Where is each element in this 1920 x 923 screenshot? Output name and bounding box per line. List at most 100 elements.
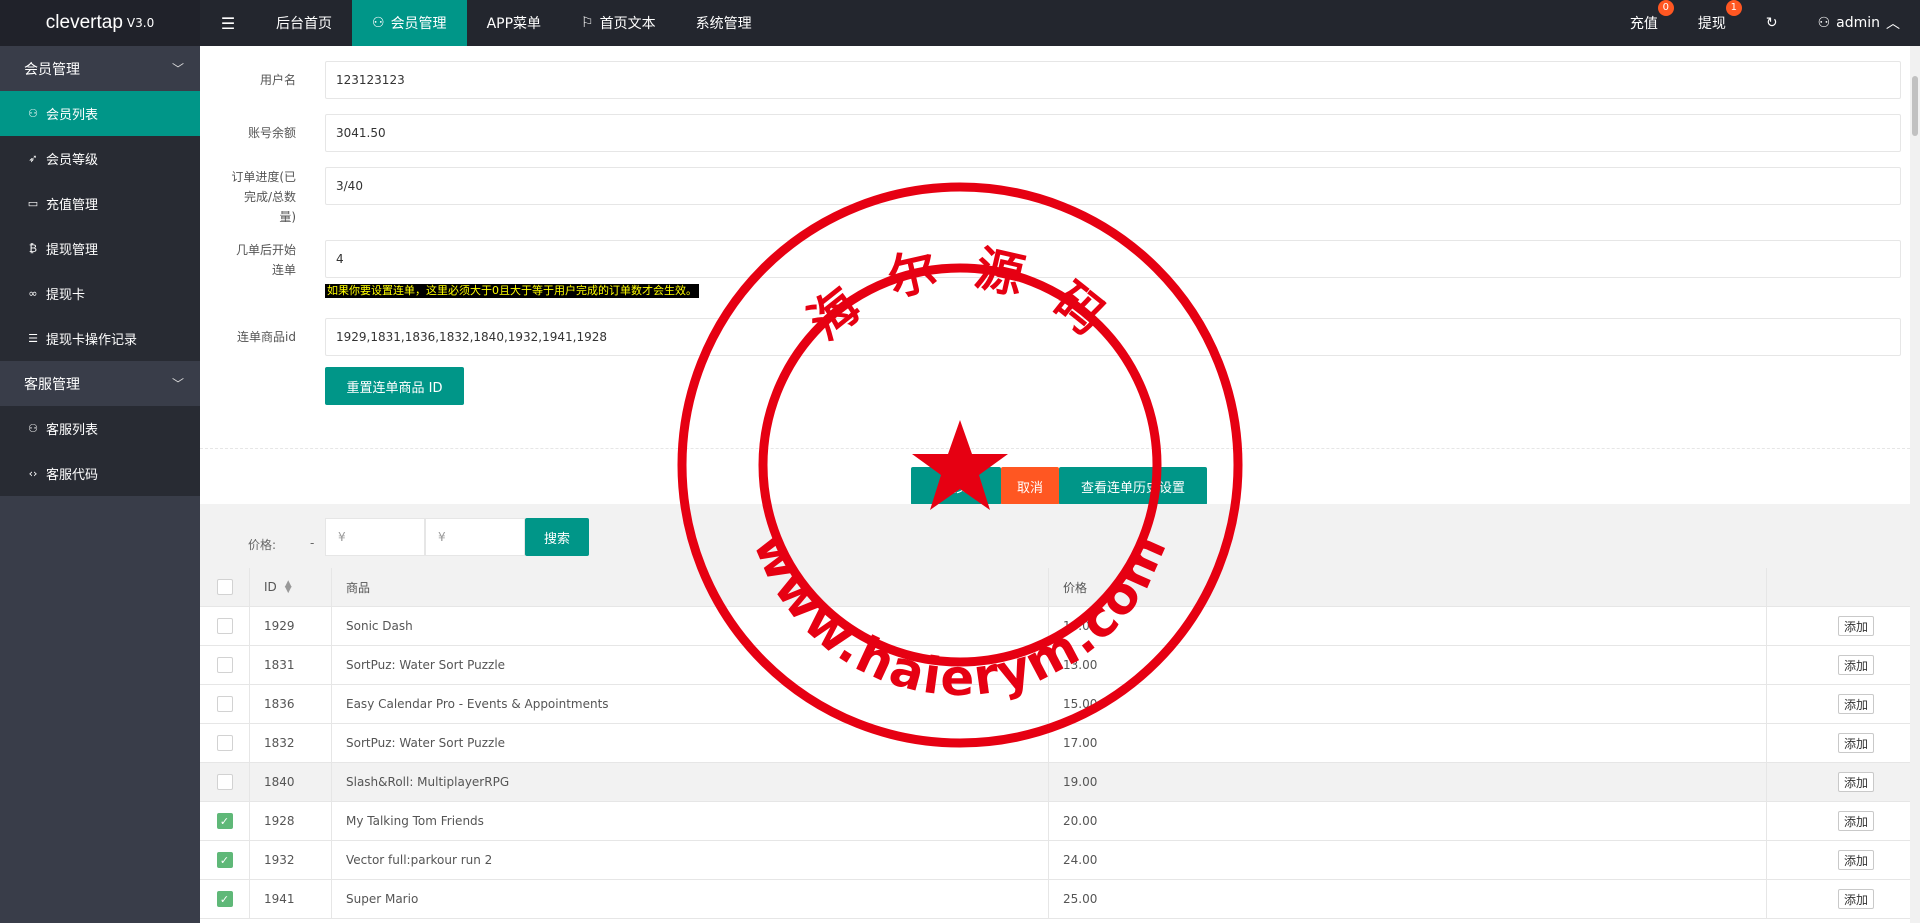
- sidebar-group-label: 客服管理: [24, 376, 80, 393]
- nav-members[interactable]: ⚇ 会员管理: [352, 0, 467, 46]
- row-price: 20.00: [1049, 802, 1767, 840]
- sidebar-item-member-list[interactable]: ⚇ 会员列表: [0, 91, 200, 136]
- code-icon: ‹›: [28, 467, 38, 480]
- add-button[interactable]: 添加: [1837, 655, 1874, 675]
- sidebar-group-label: 会员管理: [24, 61, 80, 78]
- cancel-button[interactable]: 取消: [1001, 467, 1059, 505]
- sidebar-item-card-log[interactable]: ☰ 提现卡操作记录: [0, 316, 200, 361]
- withdraw-link[interactable]: 提现 1: [1678, 0, 1746, 46]
- row-checkbox[interactable]: [216, 657, 233, 673]
- product-table: ID ▲ ▼ 商品 价格 1929 Sonic Dash 10.00 添加 1831…: [200, 568, 1910, 919]
- username-label: admin: [1836, 15, 1880, 31]
- app-logo[interactable]: clevertap V3.0: [0, 0, 200, 46]
- add-button[interactable]: 添加: [1837, 889, 1874, 909]
- chevron-down-icon: ﹀: [171, 377, 184, 391]
- add-button[interactable]: 添加: [1837, 733, 1874, 753]
- table-row[interactable]: 1836 Easy Calendar Pro - Events & Appoin…: [200, 685, 1910, 724]
- sidebar-item-label: 充值管理: [46, 198, 99, 213]
- nav-system[interactable]: 系统管理: [676, 0, 772, 46]
- row-price: 24.00: [1049, 841, 1767, 879]
- progress-input[interactable]: 3/40: [325, 167, 1901, 205]
- progress-label: 订单进度(已完成/总数量): [231, 170, 296, 224]
- table-row[interactable]: ✓ 1932 Vector full:parkour run 2 24.00 添…: [200, 841, 1910, 880]
- form-row-start-after: 几单后开始连单 4: [200, 240, 1910, 280]
- table-row[interactable]: ✓ 1941 Super Mario 25.00 添加: [200, 880, 1910, 919]
- column-price: 价格: [1049, 568, 1767, 606]
- form-divider: [200, 448, 1910, 449]
- nav-home-text[interactable]: ⚐ 首页文本: [561, 0, 676, 46]
- add-button[interactable]: 添加: [1837, 772, 1874, 792]
- nav-home[interactable]: 后台首页: [256, 0, 352, 46]
- row-checkbox-checked[interactable]: ✓: [216, 891, 233, 907]
- top-header: clevertap V3.0 ☰ 后台首页 ⚇ 会员管理 APP菜单 ⚐ 首页文本 系…: [0, 0, 1920, 46]
- nav-app-menu[interactable]: APP菜单: [467, 0, 561, 46]
- add-button[interactable]: 添加: [1837, 616, 1874, 636]
- row-checkbox[interactable]: [216, 618, 233, 634]
- sidebar-group-members[interactable]: 会员管理 ﹀: [0, 46, 200, 91]
- user-icon: ⚇: [372, 15, 385, 31]
- monitor-icon: ▭: [27, 197, 39, 210]
- row-name: Super Mario: [332, 880, 1049, 918]
- sidebar-item-label: 会员等级: [46, 153, 99, 168]
- withdraw-badge: 1: [1725, 0, 1742, 16]
- submit-button[interactable]: 提交: [911, 467, 1001, 505]
- sidebar-item-member-level[interactable]: ➶ 会员等级: [0, 136, 200, 181]
- start-after-input[interactable]: 4: [325, 240, 1901, 278]
- sidebar-item-label: 提现卡操作记录: [46, 333, 138, 348]
- row-name: Slash&Roll: MultiplayerRPG: [332, 763, 1049, 801]
- row-name: SortPuz: Water Sort Puzzle: [332, 724, 1049, 762]
- column-id[interactable]: ID ▲ ▼: [250, 568, 332, 606]
- price-max-input[interactable]: ¥: [425, 518, 525, 556]
- add-button[interactable]: 添加: [1837, 811, 1874, 831]
- table-row[interactable]: ✓ 1928 My Talking Tom Friends 20.00 添加: [200, 802, 1910, 841]
- column-product: 商品: [332, 568, 1049, 606]
- reset-combo-button[interactable]: 重置连单商品 ID: [325, 367, 464, 405]
- recharge-link[interactable]: 充值 0: [1610, 0, 1678, 46]
- row-checkbox[interactable]: [216, 696, 233, 712]
- sidebar-item-recharge[interactable]: ▭ 充值管理: [0, 181, 200, 226]
- sidebar-item-service-list[interactable]: ⚇ 客服列表: [0, 406, 200, 451]
- row-checkbox-checked[interactable]: ✓: [216, 813, 233, 829]
- table-row[interactable]: 1831 SortPuz: Water Sort Puzzle 13.00 添加: [200, 646, 1910, 685]
- sidebar-item-withdraw[interactable]: ₿ 提现管理: [0, 226, 200, 271]
- price-dash: -: [310, 536, 315, 550]
- sidebar-item-withdraw-card[interactable]: ∞ 提现卡: [0, 271, 200, 316]
- history-button[interactable]: 查看连单历史设置: [1059, 467, 1207, 505]
- user-icon: ⚇: [1817, 15, 1831, 31]
- recharge-label: 充值: [1629, 16, 1658, 32]
- nav-home-text-label: 首页文本: [599, 16, 656, 32]
- sort-icon[interactable]: ▲ ▼: [285, 580, 292, 595]
- scrollbar-thumb[interactable]: [1912, 76, 1918, 136]
- add-button[interactable]: 添加: [1837, 850, 1874, 870]
- price-min-input[interactable]: ¥: [325, 518, 425, 556]
- refresh-icon[interactable]: ↻: [1746, 0, 1798, 46]
- row-name: Easy Calendar Pro - Events & Appointment…: [332, 685, 1049, 723]
- price-label: 价格:: [248, 538, 277, 552]
- form-row-combo-ids: 连单商品id 1929,1831,1836,1832,1840,1932,194…: [200, 318, 1910, 356]
- nav-home-label: 后台首页: [276, 16, 332, 32]
- recharge-badge: 0: [1657, 0, 1674, 16]
- add-button[interactable]: 添加: [1837, 694, 1874, 714]
- username-input[interactable]: 123123123: [325, 61, 1901, 99]
- row-checkbox[interactable]: [216, 735, 233, 751]
- table-row[interactable]: 1929 Sonic Dash 10.00 添加: [200, 607, 1910, 646]
- row-checkbox[interactable]: [216, 774, 233, 790]
- table-row[interactable]: 1840 Slash&Roll: MultiplayerRPG 19.00 添加: [200, 763, 1910, 802]
- select-all-checkbox[interactable]: [216, 579, 233, 595]
- flag-icon: ⚐: [581, 15, 594, 31]
- row-checkbox-checked[interactable]: ✓: [216, 852, 233, 868]
- search-button[interactable]: 搜索: [525, 518, 589, 556]
- combo-ids-input[interactable]: 1929,1831,1836,1832,1840,1932,1941,1928: [325, 318, 1901, 356]
- page-scrollbar[interactable]: [1910, 46, 1920, 923]
- row-price: 17.00: [1049, 724, 1767, 762]
- table-row[interactable]: 1832 SortPuz: Water Sort Puzzle 17.00 添加: [200, 724, 1910, 763]
- sidebar-group-service[interactable]: 客服管理 ﹀: [0, 361, 200, 406]
- menu-toggle-icon[interactable]: ☰: [200, 0, 256, 46]
- start-after-hint: 如果你要设置连单，这里必须大于0且大于等于用户完成的订单数才会生效。: [325, 284, 699, 298]
- row-id: 1836: [250, 685, 332, 723]
- sidebar-item-service-code[interactable]: ‹› 客服代码: [0, 451, 200, 496]
- balance-input[interactable]: 3041.50: [325, 114, 1901, 152]
- row-id: 1929: [250, 607, 332, 645]
- bitcoin-icon: ₿: [28, 242, 38, 255]
- user-menu[interactable]: ⚇ admin ︿: [1798, 0, 1920, 46]
